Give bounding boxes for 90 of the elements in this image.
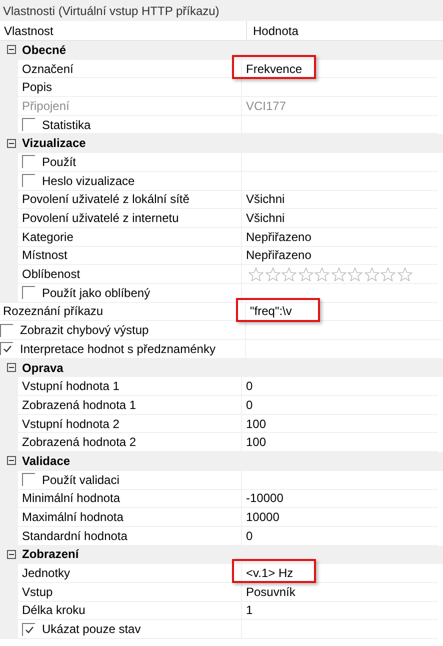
checkmark-icon [2, 345, 12, 354]
category-label: Oprava [22, 360, 64, 376]
property-value[interactable]: 10000 [246, 510, 280, 524]
property-label: Povolení uživatelé z internetu [18, 209, 242, 228]
property-label: Oblíbenost [18, 265, 242, 284]
property-value[interactable]: Všichni [246, 192, 285, 206]
property-label: Místnost [18, 246, 242, 266]
empty-star-icon[interactable] [314, 266, 330, 282]
checkbox[interactable] [22, 174, 35, 188]
property-value[interactable]: Posuvník [246, 584, 296, 599]
category-label: Obecné [22, 42, 66, 59]
property-label: Maximální hodnota [18, 508, 242, 527]
property-label: Minimální hodnota [18, 490, 242, 508]
checkbox[interactable] [0, 342, 13, 356]
property-value[interactable]: 100 [246, 416, 266, 431]
checkbox-cell[interactable]: Použít [18, 153, 242, 172]
category-label: Validace [22, 452, 70, 470]
empty-star-icon[interactable] [248, 266, 264, 282]
checkbox-cell[interactable]: Heslo vizualizace [18, 172, 242, 190]
collapse-icon[interactable] [6, 45, 16, 54]
category-header[interactable]: Validace [0, 452, 443, 471]
property-value[interactable]: Nepřiřazeno [246, 230, 312, 244]
property-label: Připojení [18, 97, 242, 116]
property-label: Zobrazená hodnota 1 [18, 396, 242, 415]
property-label: Jednotky [18, 564, 242, 583]
checkbox-label[interactable]: Statistika [35, 116, 91, 134]
property-label: Vstupní hodnota 2 [18, 414, 242, 434]
checkbox-label[interactable]: Zobrazit chybový výstup [13, 321, 149, 340]
property-value[interactable]: 0 [246, 379, 253, 394]
empty-star-icon[interactable] [298, 266, 314, 282]
checkbox[interactable] [0, 324, 13, 337]
checkbox-cell[interactable]: Použít jako oblíbený [18, 284, 242, 303]
property-label: Vstup [18, 582, 242, 602]
property-value[interactable]: 0 [246, 398, 253, 412]
empty-star-icon[interactable] [380, 266, 396, 282]
property-value[interactable]: Frekvence [246, 62, 302, 76]
checkbox-cell[interactable]: Ukázat pouze stav [18, 620, 242, 639]
checkbox[interactable] [22, 118, 35, 132]
checkbox[interactable] [22, 286, 35, 300]
column-header[interactable]: Hodnota [247, 21, 443, 40]
collapse-icon[interactable] [6, 456, 16, 466]
collapse-icon[interactable] [6, 363, 16, 372]
checkmark-icon [24, 626, 34, 634]
property-value[interactable]: 100 [246, 435, 266, 450]
checkbox-label[interactable]: Použít [35, 152, 76, 171]
category-header[interactable]: Vizualizace [0, 134, 443, 154]
category-header[interactable]: Obecné [0, 41, 443, 60]
checkbox[interactable] [22, 473, 35, 486]
property-label: Označení [18, 60, 242, 78]
checkbox-cell[interactable]: Statistika [18, 116, 242, 134]
checkbox-label[interactable]: Použít validaci [35, 470, 120, 489]
checkbox-label[interactable]: Použít jako oblíbený [35, 284, 150, 302]
category-header[interactable]: Zobrazení [0, 546, 443, 564]
property-value[interactable]: "freq":\v [250, 304, 292, 318]
category-header[interactable]: Oprava [0, 358, 443, 378]
category-label: Zobrazení [22, 546, 79, 564]
property-value[interactable]: 0 [246, 528, 253, 543]
category-label: Vizualizace [22, 135, 86, 152]
empty-star-icon[interactable] [330, 266, 346, 282]
empty-star-icon[interactable] [281, 266, 297, 282]
property-label: Standardní hodnota [18, 526, 242, 546]
collapse-icon[interactable] [6, 138, 16, 148]
property-value[interactable]: -10000 [246, 491, 284, 506]
property-label: Délka kroku [18, 602, 242, 620]
empty-star-icon[interactable] [364, 266, 380, 282]
property-label: Zobrazená hodnota 2 [18, 433, 242, 452]
checkbox-cell[interactable]: Použít validaci [18, 470, 242, 490]
property-label: Vstupní hodnota 1 [18, 377, 242, 396]
property-value[interactable]: Všichni [246, 211, 285, 226]
checkbox-cell[interactable]: Interpretace hodnot s předznaménky [0, 340, 246, 359]
checkbox-cell[interactable]: Zobrazit chybový výstup [0, 321, 246, 340]
empty-star-icon[interactable] [264, 266, 280, 282]
checkbox[interactable] [22, 155, 35, 168]
property-value[interactable]: 1 [246, 603, 253, 618]
property-label: Rozeznání příkazu [0, 302, 246, 322]
checkbox-label[interactable]: Interpretace hodnot s předznaménky [13, 340, 216, 358]
empty-star-icon[interactable] [347, 266, 363, 282]
property-label: Povolení uživatelé z lokální sítě [18, 190, 242, 210]
property-value[interactable]: Nepřiřazeno [246, 248, 312, 262]
column-header[interactable]: Vlastnost [0, 21, 247, 40]
checkbox-label[interactable]: Ukázat pouze stav [35, 620, 141, 638]
star-rating[interactable] [248, 266, 412, 282]
property-label: Kategorie [18, 228, 242, 247]
checkbox-label[interactable]: Heslo vizualizace [35, 172, 135, 190]
property-label: Popis [18, 78, 242, 98]
collapse-icon[interactable] [6, 550, 16, 559]
property-value[interactable]: <v.1> Hz [246, 566, 294, 580]
checkbox[interactable] [22, 622, 35, 636]
panel-title: Vlastnosti (Virtuální vstup HTTP příkazu) [0, 0, 443, 21]
empty-star-icon[interactable] [396, 266, 412, 282]
